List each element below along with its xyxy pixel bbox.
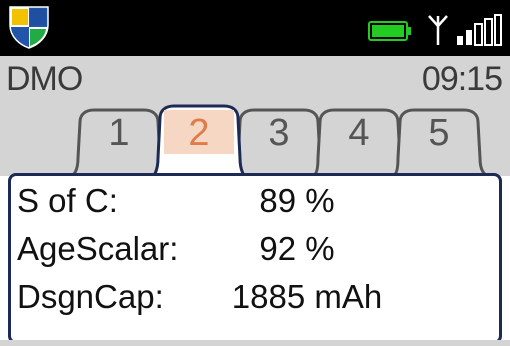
signal-strength-icon bbox=[457, 14, 502, 46]
tab-4[interactable]: 4 bbox=[324, 112, 394, 155]
battery-info-screen: DMO 09:15 1 2 3 4 5 S of C: 89 % AgeScal… bbox=[0, 0, 510, 346]
status-bar bbox=[0, 0, 510, 56]
tab-2[interactable]: 2 bbox=[164, 112, 234, 155]
bottom-strip bbox=[0, 340, 510, 346]
design-capacity-row: DsgnCap: 1885 mAh bbox=[17, 278, 493, 322]
design-capacity-value: 1885 mAh bbox=[231, 278, 383, 315]
tab-1[interactable]: 1 bbox=[84, 112, 154, 155]
state-of-charge-value: 89 % bbox=[259, 182, 335, 219]
age-scalar-value: 92 % bbox=[259, 230, 335, 267]
battery-full-icon bbox=[368, 21, 411, 41]
shield-logo-icon bbox=[9, 6, 49, 49]
device-name: DMO bbox=[6, 60, 83, 98]
age-scalar-label: AgeScalar: bbox=[17, 230, 179, 267]
state-of-charge-label: S of C: bbox=[17, 182, 118, 219]
title-bar: DMO 09:15 bbox=[0, 56, 510, 104]
state-of-charge-row: S of C: 89 % bbox=[17, 182, 493, 226]
design-capacity-label: DsgnCap: bbox=[17, 278, 164, 315]
tab-5[interactable]: 5 bbox=[404, 112, 474, 155]
tab-3[interactable]: 3 bbox=[244, 112, 314, 155]
age-scalar-row: AgeScalar: 92 % bbox=[17, 230, 493, 274]
battery-info-panel: S of C: 89 % AgeScalar: 92 % DsgnCap: 18… bbox=[8, 173, 502, 344]
antenna-icon bbox=[428, 15, 448, 45]
clock: 09:15 bbox=[421, 60, 503, 98]
